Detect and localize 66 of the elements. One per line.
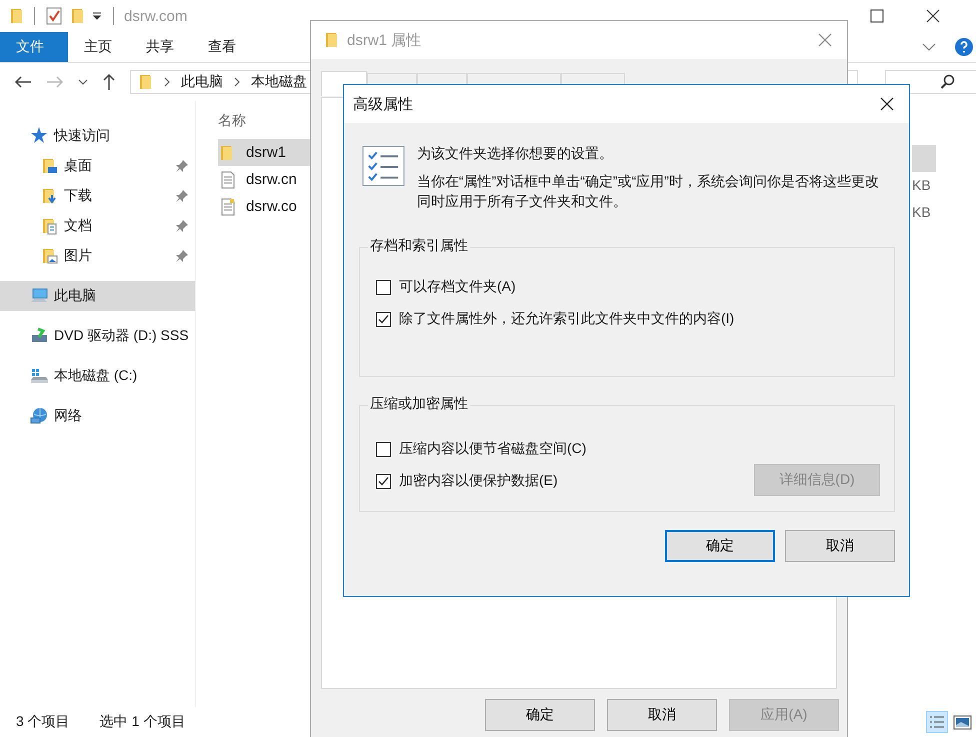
pin-icon[interactable] (175, 249, 189, 263)
sidebar-item[interactable]: 图片 (0, 241, 195, 271)
sidebar-item[interactable]: 快速访问 (0, 121, 195, 151)
group-title: 压缩或加密属性 (368, 395, 470, 413)
help-icon[interactable] (954, 37, 974, 57)
folder-icon (323, 30, 339, 50)
breadcrumb[interactable]: 本地磁盘 (251, 73, 307, 91)
dialog-button[interactable]: 取消 (607, 699, 717, 731)
checkbox-label: 加密内容以便保护数据(E) (399, 472, 558, 490)
checkbox[interactable] (376, 474, 391, 488)
file-row[interactable]: dsrw.co (218, 193, 333, 220)
details-view-icon[interactable] (926, 711, 948, 733)
status-text: 选中 1 个项目 (100, 713, 186, 731)
checkbox-label: 可以存档文件夹(A) (399, 278, 516, 296)
file-size: KB (912, 203, 932, 222)
folder-icon (40, 156, 60, 176)
chevron-down-icon[interactable] (922, 42, 936, 52)
search-icon (940, 74, 956, 90)
ribbon-tab[interactable]: 文件 (0, 32, 68, 62)
file-size: KB (912, 176, 932, 195)
checkbox[interactable] (376, 312, 391, 326)
sidebar-item[interactable]: 下载 (0, 181, 195, 211)
dialog-button[interactable]: 取消 (785, 530, 895, 562)
dialog-title: dsrw1 属性 (347, 30, 422, 50)
folder-icon (40, 246, 60, 266)
chevron-right-icon (163, 77, 171, 87)
close-icon[interactable] (926, 9, 940, 23)
instruction-text: 为该文件夹选择你想要的设置。 (416, 145, 614, 163)
thumbnail-view-icon[interactable] (953, 713, 973, 731)
checkbox[interactable] (376, 280, 391, 294)
breadcrumb[interactable]: 此电脑 (181, 73, 223, 91)
close-icon[interactable] (879, 96, 895, 112)
window-title: dsrw.com (124, 8, 188, 24)
row-highlight (912, 145, 936, 172)
sidebar-item[interactable]: 桌面 (0, 151, 195, 181)
status-text: 3 个项目 (16, 713, 70, 731)
back-arrow-icon[interactable] (14, 75, 32, 89)
sidebar-item[interactable]: 网络 (0, 401, 195, 431)
ribbon-tab[interactable]: 主页 (68, 32, 130, 62)
checklist-icon (362, 145, 405, 187)
pin-icon[interactable] (175, 159, 189, 173)
dialog-title: 高级属性 (353, 94, 413, 114)
globe-icon (30, 406, 50, 426)
pin-icon[interactable] (175, 189, 189, 203)
chevron-right-icon (233, 77, 241, 87)
ribbon-tab[interactable]: 共享 (130, 32, 192, 62)
sidebar-item[interactable]: 文档 (0, 211, 195, 241)
sidebar-item[interactable]: 本地磁盘 (C:) (0, 361, 195, 391)
ribbon-tab[interactable]: 查看 (192, 32, 254, 62)
sidebar-item[interactable]: 此电脑 (0, 281, 195, 311)
chevron-down-icon[interactable] (78, 78, 88, 86)
folder-icon (137, 72, 153, 92)
drive-icon (30, 366, 50, 386)
file-row[interactable]: dsrw.cn (218, 166, 333, 193)
maximize-icon[interactable] (870, 9, 884, 23)
properties-icon[interactable] (45, 6, 63, 26)
checkbox[interactable] (376, 442, 391, 456)
group-title: 存档和索引属性 (368, 237, 470, 255)
checkbox-label: 压缩内容以便节省磁盘空间(C) (399, 440, 586, 458)
dialog-button[interactable]: 确定 (665, 530, 775, 562)
pin-icon[interactable] (175, 219, 189, 233)
dialog-button[interactable]: 确定 (485, 699, 595, 731)
sidebar-item[interactable]: DVD 驱动器 (D:) SSS (0, 321, 195, 351)
description-text: 当你在“属性”对话框中单击“确定”或“应用”时，系统会询问你是否将这些更改同时应用于所有子文件夹和文件。 (416, 172, 880, 211)
checkbox-label: 除了文件属性外，还允许索引此文件夹中文件的内容(I) (399, 310, 734, 328)
up-arrow-icon[interactable] (102, 73, 116, 91)
